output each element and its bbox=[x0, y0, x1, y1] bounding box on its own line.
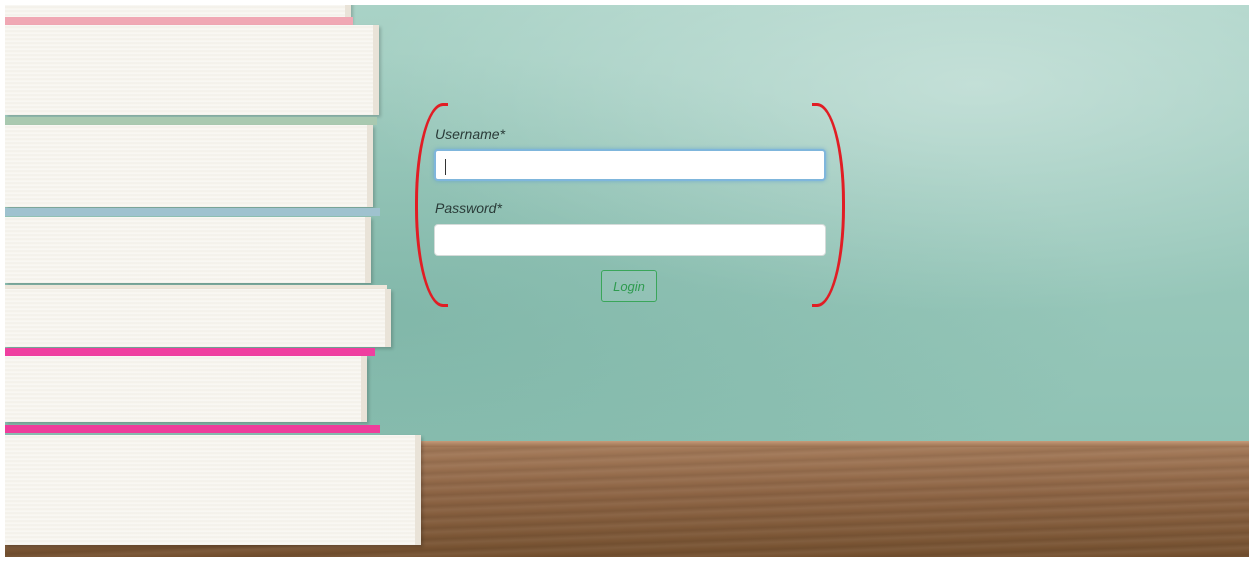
book-cover bbox=[5, 425, 380, 433]
book-cover bbox=[5, 117, 377, 125]
password-label: Password* bbox=[435, 200, 502, 216]
book bbox=[5, 125, 373, 207]
book-cover bbox=[5, 208, 380, 216]
username-label: Username* bbox=[435, 126, 506, 142]
book bbox=[5, 356, 367, 422]
login-button[interactable]: Login bbox=[601, 270, 657, 302]
book bbox=[5, 435, 421, 545]
username-input[interactable] bbox=[434, 149, 826, 181]
book-cover bbox=[5, 348, 375, 356]
password-input[interactable] bbox=[434, 224, 826, 256]
book bbox=[5, 25, 379, 115]
login-form: Username* Password* Login bbox=[415, 103, 845, 307]
book bbox=[5, 289, 391, 347]
book-cover bbox=[5, 17, 353, 25]
book bbox=[5, 217, 371, 283]
text-caret bbox=[445, 159, 446, 175]
right-bracket-decoration bbox=[812, 103, 845, 307]
